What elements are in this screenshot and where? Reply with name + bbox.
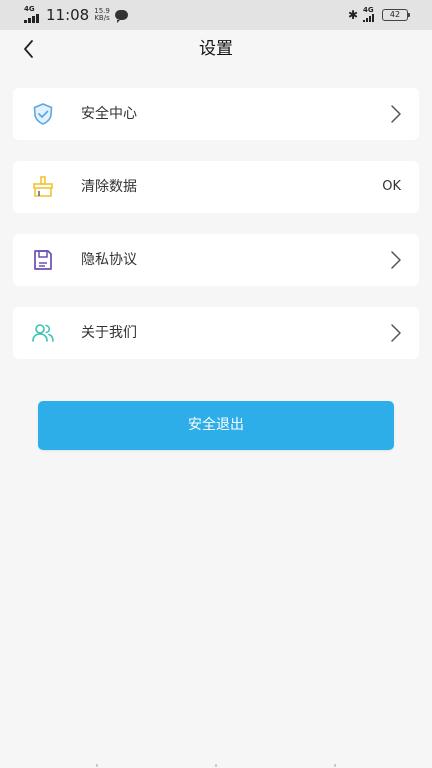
menu-item-label: 清除数据 [81, 179, 137, 195]
bottom-indicator [0, 764, 432, 768]
chevron-right-icon [391, 324, 401, 342]
page-title: 设置 [199, 39, 233, 59]
chevron-right-icon [391, 251, 401, 269]
menu-item-about-us[interactable]: 关于我们 [13, 307, 419, 359]
shield-check-icon [33, 103, 53, 125]
save-document-icon [34, 250, 52, 270]
menu-item-clear-data[interactable]: 清除数据 OK [13, 161, 419, 213]
menu-item-label: 安全中心 [81, 106, 137, 122]
speed-unit: KB/s [94, 14, 110, 22]
menu-item-label: 隐私协议 [81, 252, 137, 268]
signal-bars-icon [24, 14, 39, 23]
clear-data-status: OK [382, 179, 401, 194]
status-bar: 4G 11:08 15.9 KB/s ✱ 4G 42 [0, 0, 432, 30]
clock: 11:08 [46, 6, 90, 24]
battery-level: 42 [389, 10, 401, 19]
cellular-bars-icon [363, 14, 374, 22]
users-icon [32, 324, 54, 342]
logout-button[interactable]: 安全退出 [38, 401, 394, 450]
battery-icon: 42 [382, 9, 410, 21]
message-icon [114, 10, 128, 23]
network-type: 4G [24, 5, 35, 13]
network-indicator: 4G [24, 5, 42, 25]
menu-item-privacy-policy[interactable]: 隐私协议 [13, 234, 419, 286]
bluetooth-icon: ✱ [347, 8, 358, 22]
menu-item-security-center[interactable]: 安全中心 [13, 88, 419, 140]
network-speed: 15.9 KB/s [94, 8, 110, 22]
nav-bar: 设置 [0, 30, 432, 68]
cellular-type: 4G [363, 6, 374, 14]
chevron-right-icon [391, 105, 401, 123]
cellular-indicator: 4G [363, 7, 377, 23]
broom-icon [33, 176, 53, 197]
menu-item-label: 关于我们 [81, 325, 137, 341]
